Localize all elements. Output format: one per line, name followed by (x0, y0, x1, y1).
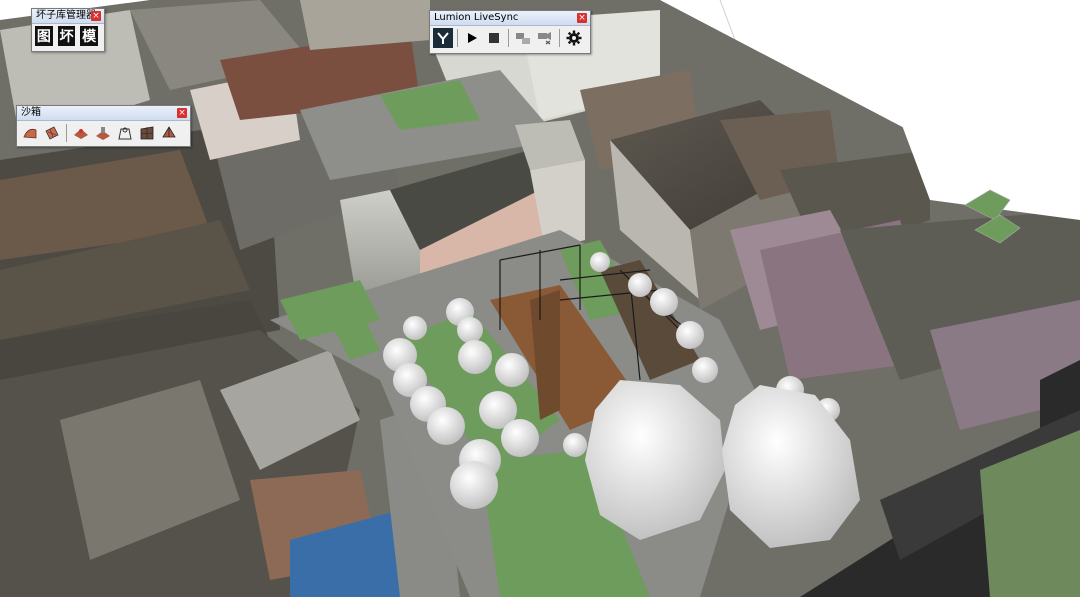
separator (457, 29, 458, 47)
from-contours-icon[interactable] (20, 123, 40, 143)
asset-manager-panel: 坏子库管理器 × 图 坏 模 (31, 8, 105, 52)
close-icon[interactable]: × (177, 108, 187, 118)
city-model-scene (0, 0, 1080, 597)
asset-manager-title-text: 坏子库管理器 (36, 10, 96, 21)
separator (508, 29, 509, 47)
sandbox-title-text: 沙箱 (21, 107, 41, 118)
asset-library-button[interactable]: 图 (35, 26, 53, 46)
sync-camera-icon[interactable] (513, 28, 533, 48)
livesync-title-text: Lumion LiveSync (434, 12, 519, 23)
drape-icon[interactable] (115, 123, 135, 143)
add-detail-icon[interactable] (137, 123, 157, 143)
sandbox-title[interactable]: 沙箱 × (17, 106, 190, 121)
smoove-icon[interactable] (71, 123, 91, 143)
3d-viewport[interactable] (0, 0, 1080, 597)
play-icon[interactable] (462, 28, 482, 48)
lumion-logo-icon[interactable] (433, 28, 453, 48)
close-icon[interactable]: × (577, 13, 587, 23)
stop-icon[interactable] (484, 28, 504, 48)
livesync-title[interactable]: Lumion LiveSync × (430, 11, 590, 26)
close-icon[interactable]: × (91, 11, 101, 21)
separator (559, 29, 560, 47)
separator (66, 124, 67, 142)
from-scratch-icon[interactable] (42, 123, 62, 143)
settings-gear-icon[interactable] (564, 28, 584, 48)
camera-off-icon[interactable] (535, 28, 555, 48)
stamp-icon[interactable] (93, 123, 113, 143)
model-button[interactable]: 模 (80, 26, 99, 46)
flip-edge-icon[interactable] (159, 123, 179, 143)
asset-bad-button[interactable]: 坏 (57, 26, 76, 46)
lumion-livesync-panel: Lumion LiveSync × (429, 10, 591, 54)
sandbox-panel: 沙箱 × (16, 105, 191, 147)
asset-manager-title[interactable]: 坏子库管理器 × (32, 9, 104, 24)
